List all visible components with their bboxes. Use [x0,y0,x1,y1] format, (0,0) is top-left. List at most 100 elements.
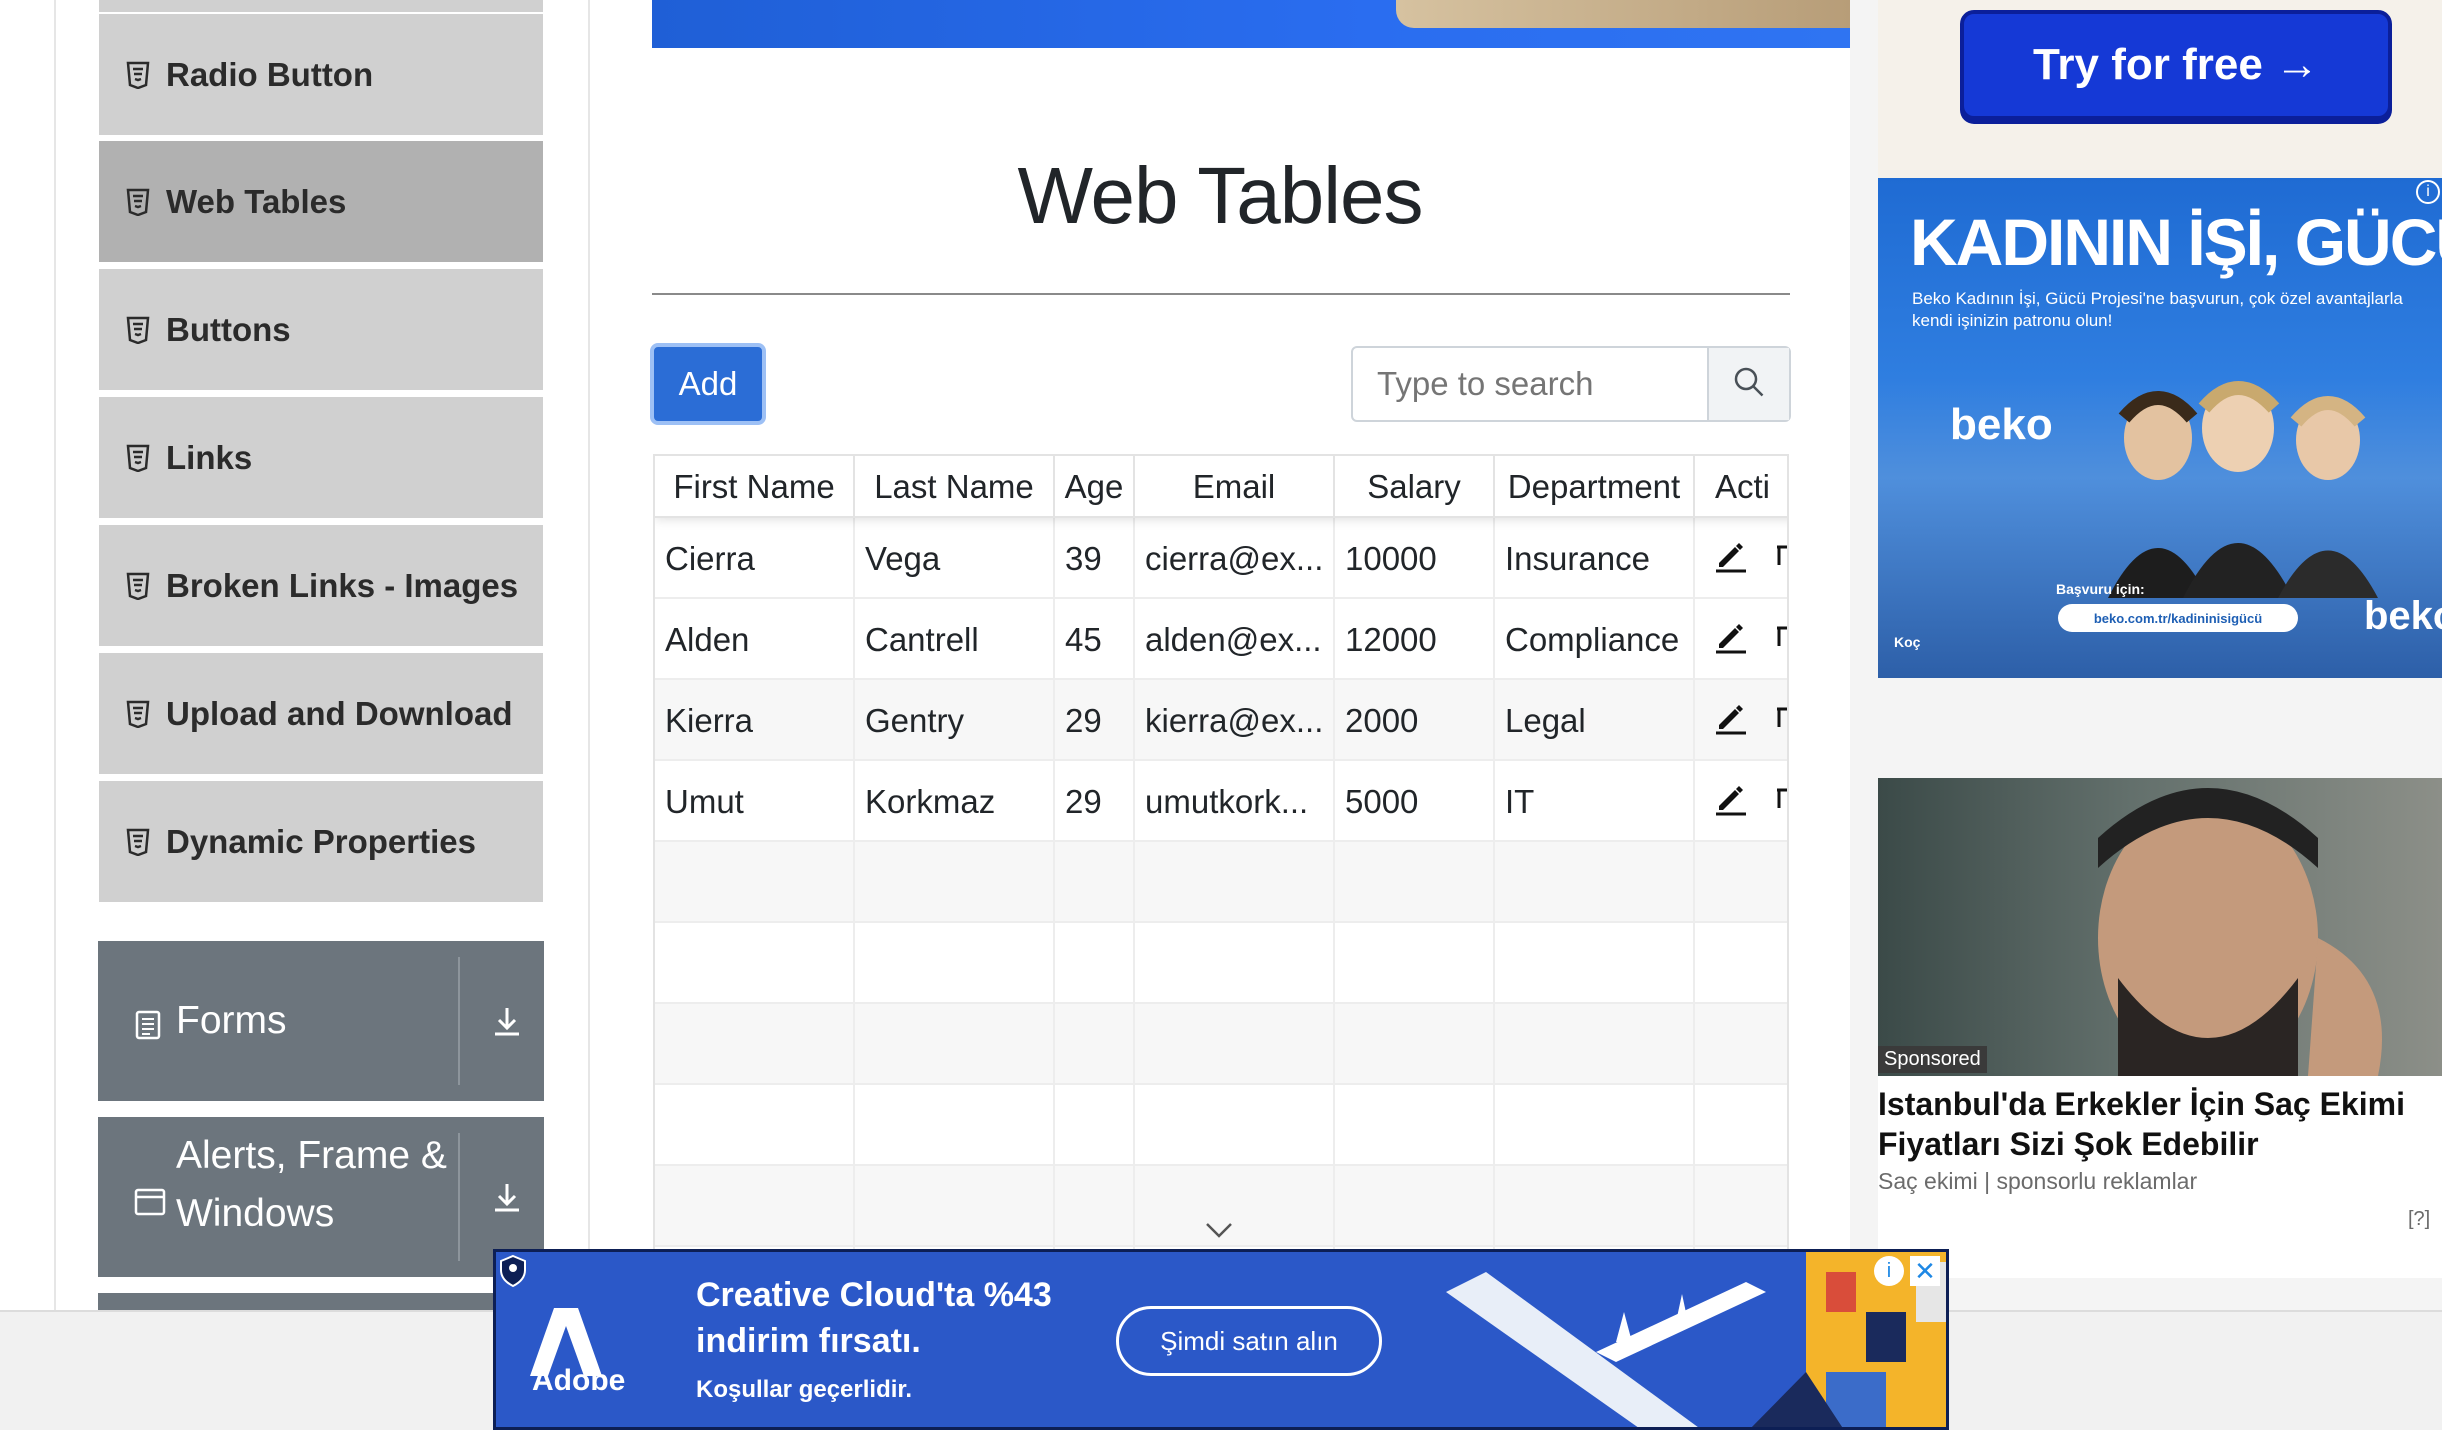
group-header-divider [458,957,460,1085]
adobe-illustration [1446,1252,1946,1427]
cell-action [1695,761,1787,842]
cell-age: 29 [1055,761,1135,842]
column-header-email[interactable]: Email [1135,456,1335,518]
cell-salary: 5000 [1335,761,1495,842]
edit-icon[interactable] [1713,537,1749,581]
html5-icon [126,828,150,856]
adobe-wordmark: Adobe [532,1364,626,1397]
cell-last-name: Gentry [855,680,1055,761]
group-header-alerts[interactable]: Alerts, Frame & Windows [98,1117,544,1277]
beko-subtext: Beko Kadının İşi, Gücü Projesi'ne başvur… [1912,289,2403,330]
beko-logo: beko [1950,400,2053,449]
column-header-action[interactable]: Acti [1695,456,1787,518]
table-row-empty [655,923,1787,1004]
sidebar-divider [588,0,590,1310]
beko-apply-label: Başvuru için: [2056,581,2145,597]
page-title: Web Tables [1017,151,1423,240]
delete-icon[interactable] [1771,537,1787,581]
html5-icon [126,444,150,472]
sidebar-item-label: Radio Button [166,55,374,93]
sidebar-item-label: Dynamic Properties [166,822,476,860]
beko-people-image [2108,381,2378,598]
table-row: Alden Cantrell 45 alden@ex... 12000 Comp… [655,599,1787,680]
adobe-headline-1: Creative Cloud'ta %43 [696,1276,1052,1314]
download-icon[interactable] [490,1180,524,1214]
cell-salary: 12000 [1335,599,1495,680]
close-icon[interactable]: ✕ [1910,1256,1940,1286]
cell-action [1695,518,1787,599]
table-row-empty [655,842,1787,923]
search-button[interactable] [1707,348,1789,420]
sidebar-item-partial[interactable] [99,0,543,12]
beko-ad[interactable]: KADININ İŞİ, GÜCÜ! Beko Kadının İşi, Güc… [1878,178,2442,678]
search-box [1351,346,1791,422]
search-input[interactable] [1353,348,1707,420]
table-row-empty [655,1085,1787,1166]
html5-icon [126,61,150,89]
sidebar-item-buttons[interactable]: Buttons [99,269,543,393]
cell-department: Compliance [1495,599,1695,680]
cell-last-name: Korkmaz [855,761,1055,842]
sidebar-item-dynamic-properties[interactable]: Dynamic Properties [99,781,543,905]
beko-url-pill[interactable]: beko.com.tr/kadininisigücü [2058,604,2298,632]
delete-icon[interactable] [1771,699,1787,743]
cell-first-name: Cierra [655,518,855,599]
table-row: Umut Korkmaz 29 umutkork... 5000 IT [655,761,1787,842]
info-icon[interactable]: i [1874,1256,1904,1286]
sponsored-title[interactable]: Istanbul'da Erkekler İçin Saç Ekimi Fiya… [1878,1084,2438,1164]
sponsored-photo [1878,778,2442,1076]
sponsored-card[interactable]: Sponsored Istanbul'da Erkekler İçin Saç … [1878,778,2442,1278]
page: Radio Button Web Tables Buttons Links Br… [0,0,2442,1430]
koc-logo: Koç [1894,634,1921,650]
document-icon [134,1006,162,1040]
column-header-department[interactable]: Department [1495,456,1695,518]
add-button[interactable]: Add [650,343,766,425]
beko-logo-secondary: beko [2364,594,2442,638]
top-banner-ad[interactable] [652,0,1850,48]
table-row: Cierra Vega 39 cierra@ex... 10000 Insura… [655,518,1787,599]
sidebar-item-web-tables[interactable]: Web Tables [99,141,543,265]
cell-first-name: Kierra [655,680,855,761]
column-header-salary[interactable]: Salary [1335,456,1495,518]
cell-last-name: Cantrell [855,599,1055,680]
info-icon[interactable]: i [2416,180,2440,204]
adobe-ad[interactable]: Adobe Creative Cloud'ta %43 indirim fırs… [493,1249,1949,1430]
adobe-buy-button[interactable]: Şimdi satın alın [1116,1306,1382,1376]
cell-last-name: Vega [855,518,1055,599]
cell-age: 29 [1055,680,1135,761]
sidebar-item-label: Broken Links - Images [166,566,519,604]
table-row-empty [655,1004,1787,1085]
html5-icon [126,316,150,344]
sidebar-item-radio-button[interactable]: Radio Button [99,14,543,138]
try-for-free-button[interactable]: Try for free → [1960,10,2392,120]
ad-help-link[interactable]: [?] [2408,1208,2430,1231]
cell-email: alden@ex... [1135,599,1335,680]
sidebar-item-links[interactable]: Links [99,397,543,521]
column-header-age[interactable]: Age [1055,456,1135,518]
column-header-last-name[interactable]: Last Name [855,456,1055,518]
download-icon[interactable] [490,1004,524,1038]
group-header-forms[interactable]: Forms [98,941,544,1101]
group-header-label: Forms [176,999,287,1042]
web-table: First Name Last Name Age Email Salary De… [653,454,1789,1314]
delete-icon[interactable] [1771,780,1787,824]
edit-icon[interactable] [1713,780,1749,824]
cell-department: Legal [1495,680,1695,761]
sidebar-item-upload-download[interactable]: Upload and Download [99,653,543,777]
delete-icon[interactable] [1771,618,1787,662]
shield-icon [500,1254,526,1288]
cell-email: kierra@ex... [1135,680,1335,761]
cell-email: cierra@ex... [1135,518,1335,599]
window-icon [134,1183,166,1216]
edit-icon[interactable] [1713,618,1749,662]
chevron-down-icon[interactable] [1204,1220,1234,1240]
cell-email: umutkork... [1135,761,1335,842]
html5-icon [126,572,150,600]
sidebar-item-broken-links[interactable]: Broken Links - Images [99,525,543,649]
edit-icon[interactable] [1713,699,1749,743]
group-header-partial[interactable] [98,1293,544,1310]
column-header-first-name[interactable]: First Name [655,456,855,518]
table-header: First Name Last Name Age Email Salary De… [655,456,1787,518]
sidebar-item-label: Buttons [166,310,291,348]
cell-first-name: Umut [655,761,855,842]
